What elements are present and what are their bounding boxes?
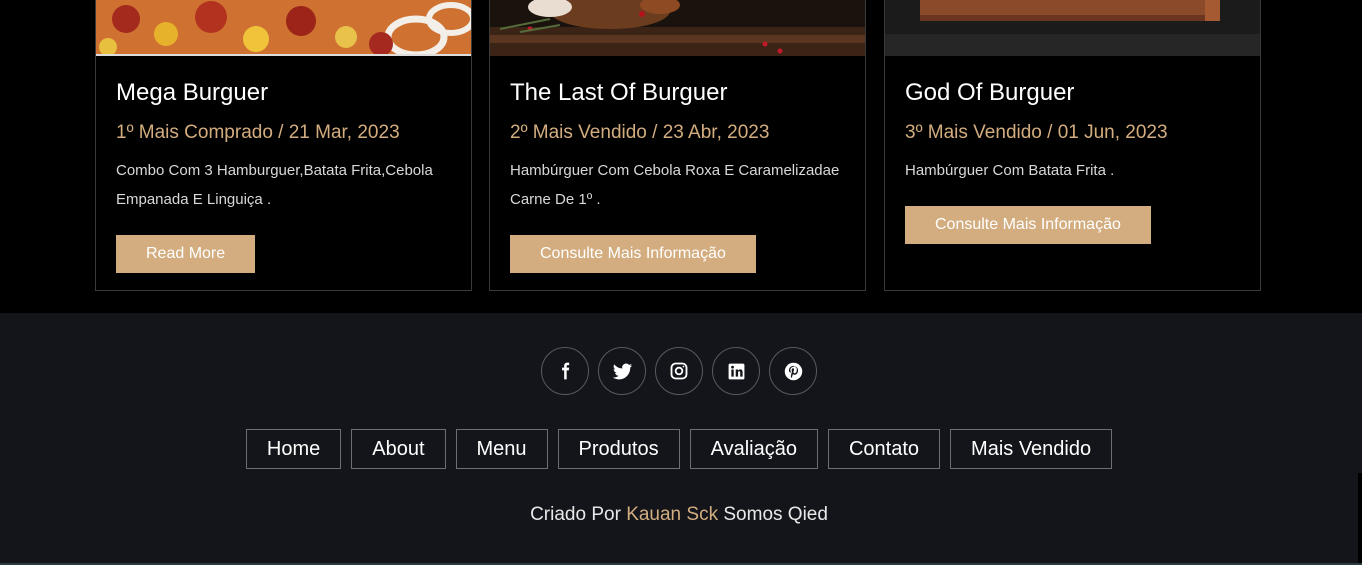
footer-link-contato[interactable]: Contato (827, 429, 941, 469)
footer-link-about[interactable]: About (351, 429, 446, 469)
blog-section: Mega Burguer 1º Mais Comprado / 21 Mar, … (0, 0, 1362, 313)
card-description: Combo Com 3 Hamburguer,Batata Frita,Cebo… (116, 162, 433, 208)
card-image-wooden-board (885, 0, 1260, 56)
blog-card-god-of-burguer: God Of Burguer 3º Mais Vendido / 01 Jun,… (884, 0, 1261, 291)
card-title: The Last Of Burguer (510, 79, 728, 106)
credit-suffix: Somos Qied (723, 504, 828, 525)
pinterest-icon[interactable] (769, 347, 817, 395)
consulte-mais-informacao-button[interactable]: Consulte Mais Informação (905, 206, 1151, 244)
card-subtitle: 2º Mais Vendido / 23 Abr, 2023 (510, 122, 770, 143)
footer-link-avaliacao[interactable]: Avaliação (689, 429, 818, 469)
card-image-burger-board (490, 0, 865, 56)
blog-card-the-last-of-burguer: The Last Of Burguer 2º Mais Vendido / 23… (489, 0, 866, 291)
credit-prefix: Criado Por (530, 504, 621, 525)
card-description: Hambúrguer Com Cebola Roxa E Caramelizad… (510, 162, 840, 208)
card-title: God Of Burguer (905, 79, 1075, 106)
card-image-fries-burger (96, 0, 471, 56)
scrollbar-track[interactable] (1358, 313, 1362, 473)
twitter-icon[interactable] (598, 347, 646, 395)
card-subtitle: 1º Mais Comprado / 21 Mar, 2023 (116, 122, 400, 143)
blog-card-mega-burguer: Mega Burguer 1º Mais Comprado / 21 Mar, … (95, 0, 472, 291)
card-title: Mega Burguer (116, 79, 269, 106)
facebook-icon[interactable] (541, 347, 589, 395)
linkedin-icon[interactable] (712, 347, 760, 395)
footer-link-produtos[interactable]: Produtos (557, 429, 680, 469)
consulte-mais-informacao-button[interactable]: Consulte Mais Informação (510, 235, 756, 273)
card-description: Hambúrguer Com Batata Frita . (905, 162, 1115, 179)
social-links (0, 347, 1358, 395)
footer-credit: Criado Por Kauan Sck Somos Qied (0, 504, 1358, 526)
footer-link-mais-vendido[interactable]: Mais Vendido (950, 429, 1113, 469)
read-more-button[interactable]: Read More (116, 235, 256, 273)
footer: Home About Menu Produtos Avaliação Conta… (0, 313, 1358, 563)
card-subtitle: 3º Mais Vendido / 01 Jun, 2023 (905, 122, 1168, 143)
footer-link-home[interactable]: Home (245, 429, 342, 469)
footer-link-menu[interactable]: Menu (455, 429, 548, 469)
credit-author: Kauan Sck (626, 504, 719, 525)
instagram-icon[interactable] (655, 347, 703, 395)
footer-nav: Home About Menu Produtos Avaliação Conta… (0, 429, 1358, 469)
